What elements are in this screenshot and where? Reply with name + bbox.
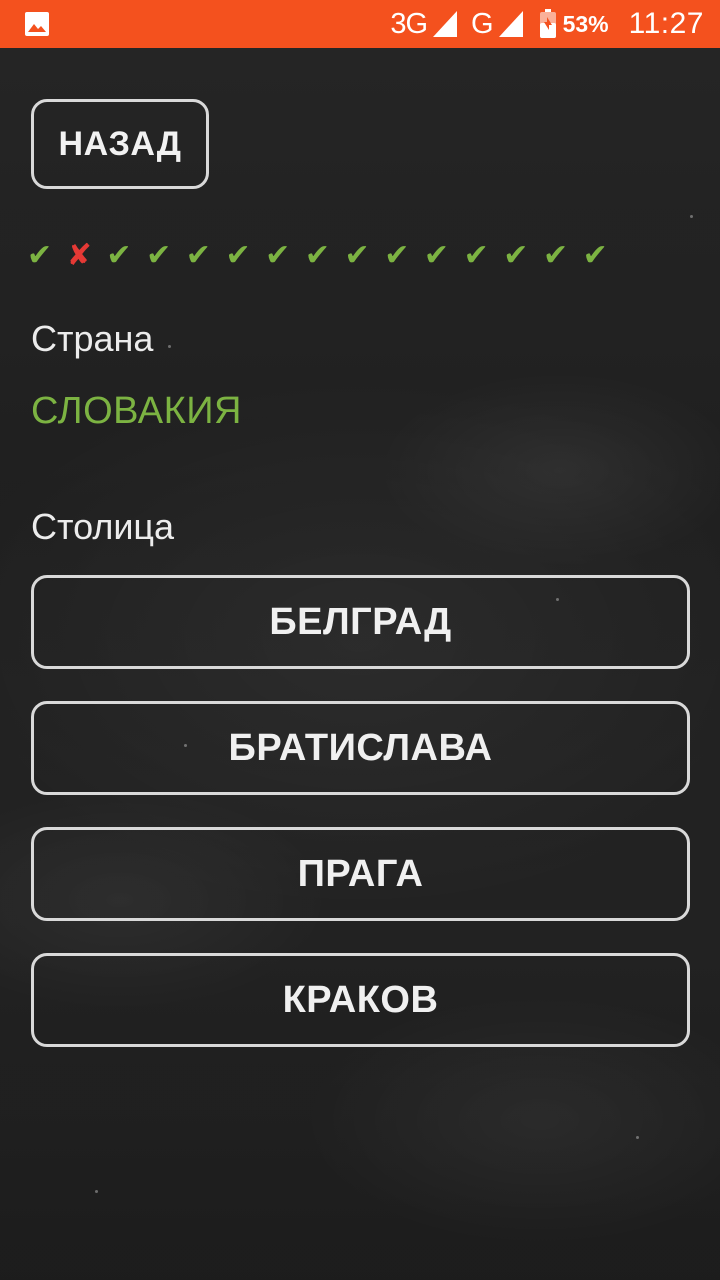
country-name: СЛОВАКИЯ — [31, 390, 242, 432]
signal-icon — [433, 11, 458, 37]
correct-answer-icon: ✔ — [146, 239, 172, 272]
correct-answer-icon: ✔ — [344, 239, 370, 272]
answer-option-button[interactable]: ПРАГА — [31, 827, 690, 921]
answer-option-button[interactable]: БРАТИСЛАВА — [31, 701, 690, 795]
correct-answer-icon: ✔ — [463, 239, 489, 272]
correct-answer-icon: ✔ — [384, 239, 410, 272]
battery-percentage: 53% — [562, 10, 609, 37]
answer-option-button[interactable]: БЕЛГРАД — [31, 575, 690, 669]
clock: 11:27 — [628, 7, 704, 40]
chalk-speck — [95, 1190, 98, 1193]
quiz-screen: 3G G 53% 11:27 НАЗАД ✔ ✘ ✔ ✔ ✔ ✔ ✔ ✔ ✔ ✔ ✔ ✔ ✔ ✔ ✔ Стр… — [0, 0, 720, 1280]
answer-options: БЕЛГРАД БРАТИСЛАВА ПРАГА КРАКОВ — [31, 575, 690, 1079]
chalk-speck — [636, 1136, 639, 1139]
back-button[interactable]: НАЗАД — [31, 99, 209, 189]
correct-answer-icon: ✔ — [304, 239, 330, 272]
battery-charging-icon — [539, 9, 556, 38]
signal-icon — [498, 11, 523, 37]
network-type-label: G — [471, 7, 494, 40]
correct-answer-icon: ✔ — [27, 239, 53, 272]
country-label: Страна — [31, 318, 154, 359]
chalk-speck — [168, 345, 171, 348]
correct-answer-icon: ✔ — [503, 239, 529, 272]
correct-answer-icon: ✔ — [542, 239, 569, 272]
wrong-answer-icon: ✘ — [66, 239, 92, 272]
status-bar: 3G G 53% 11:27 — [0, 0, 720, 48]
status-indicators: 3G G 53% 11:27 — [390, 0, 704, 48]
correct-answer-icon: ✔ — [423, 239, 450, 272]
correct-answer-icon: ✔ — [265, 239, 291, 272]
correct-answer-icon: ✔ — [106, 239, 132, 272]
answer-option-button[interactable]: КРАКОВ — [31, 953, 690, 1047]
capital-label: Столица — [31, 506, 175, 547]
correct-answer-icon: ✔ — [185, 239, 211, 272]
network-type-label: 3G — [390, 7, 428, 40]
chalk-speck — [690, 215, 693, 218]
correct-answer-icon: ✔ — [225, 239, 251, 272]
gallery-icon — [25, 12, 49, 36]
answer-history: ✔ ✘ ✔ ✔ ✔ ✔ ✔ ✔ ✔ ✔ ✔ ✔ ✔ ✔ ✔ — [27, 234, 622, 278]
correct-answer-icon: ✔ — [582, 239, 608, 272]
